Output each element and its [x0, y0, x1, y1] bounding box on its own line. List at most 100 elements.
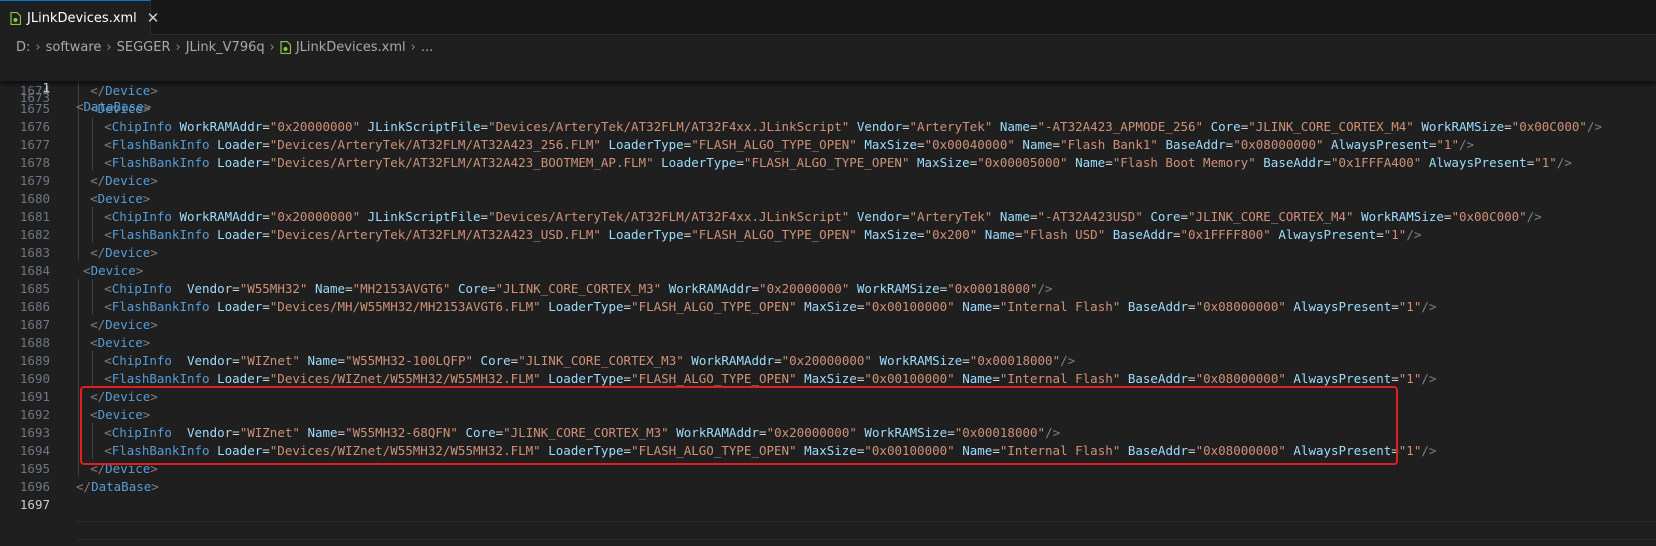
code-line[interactable]: 1687 </Device> [0, 315, 1656, 334]
breadcrumb-item[interactable]: D: [16, 40, 30, 55]
line-number: 1683 [19, 245, 50, 260]
indent-guide [78, 243, 79, 261]
code-text: </Device> [90, 461, 158, 476]
code-text: </Device> [90, 389, 158, 404]
breadcrumb-item[interactable]: software [46, 40, 102, 55]
indent-guide [92, 117, 94, 135]
line-number: 1685 [19, 281, 50, 296]
line-number: 1684 [19, 263, 50, 278]
code-line[interactable]: 1682 <FlashBankInfo Loader="Devices/Arter… [0, 225, 1656, 244]
indent-guide [92, 369, 94, 387]
breadcrumb-item[interactable]: JLink_V796q [186, 40, 265, 55]
line-number: 1694 [19, 443, 50, 458]
indent-guide [78, 279, 79, 297]
tab-bar: JLinkDevices.xml ✕ [0, 0, 1656, 35]
code-text: <FlashBankInfo Loader="Devices/MH/W55MH3… [104, 299, 1437, 314]
code-text: <Device> [90, 335, 151, 350]
code-line[interactable]: 1683 </Device> [0, 243, 1656, 262]
indent-guide [92, 207, 94, 225]
code-line[interactable]: 1678 <FlashBankInfo Loader="Devices/Arter… [0, 153, 1656, 172]
line-number: 1680 [19, 191, 50, 206]
indent-guide [78, 333, 79, 351]
code-line[interactable]: 1680 <Device> [0, 189, 1656, 208]
code-line[interactable]: 1697 [0, 495, 1656, 514]
indent-guide [78, 297, 79, 315]
indent-guide [78, 351, 79, 369]
code-text: <Device> [90, 407, 151, 422]
line-number: 1691 [19, 389, 50, 404]
chevron-right-icon: › [175, 39, 181, 55]
line-number: 1693 [19, 425, 50, 440]
chevron-right-icon: › [410, 39, 416, 55]
code-line[interactable]: 1679 </Device> [0, 171, 1656, 190]
indent-guide [78, 369, 79, 387]
code-line[interactable]: 1691 </Device> [0, 387, 1656, 406]
code-line[interactable]: 1685 <ChipInfo Vendor="W55MH32" Name="MH2… [0, 279, 1656, 298]
line-number: 1690 [19, 371, 50, 386]
code-line[interactable]: 1692 <Device> [0, 405, 1656, 424]
indent-guide [78, 441, 79, 459]
line-number: 1678 [19, 155, 50, 170]
line-number: 1692 [19, 407, 50, 422]
code-text: </DataBase> [76, 479, 159, 494]
indent-guide [92, 225, 94, 243]
indent-guide [78, 153, 79, 171]
code-text: <FlashBankInfo Loader="Devices/WIZnet/W5… [104, 371, 1437, 386]
code-line[interactable]: 1694 <FlashBankInfo Loader="Devices/WIZne… [0, 441, 1656, 460]
breadcrumb-item[interactable]: SEGGER [117, 40, 171, 55]
code-line[interactable]: 1686 <FlashBankInfo Loader="Devices/MH/W5… [0, 297, 1656, 316]
code-line[interactable]: 1684 <Device> [0, 261, 1656, 280]
line-number: 1 [42, 80, 50, 95]
code-line[interactable]: 1676 <ChipInfo WorkRAMAddr="0x20000000" J… [0, 117, 1656, 136]
indent-guide [92, 279, 94, 297]
indent-guide [78, 207, 79, 225]
line-number: 1686 [19, 299, 50, 314]
breadcrumb: D: › software › SEGGER › JLink_V796q › JLinkDevi… [0, 35, 1656, 59]
current-line-highlight [76, 521, 1656, 540]
line-number: 1687 [19, 317, 50, 332]
code-line[interactable]: 1688 <Device> [0, 333, 1656, 352]
code-text: <FlashBankInfo Loader="Devices/ArteryTek… [104, 227, 1422, 242]
code-text: <FlashBankInfo Loader="Devices/WIZnet/W5… [104, 443, 1437, 458]
chevron-right-icon: › [106, 39, 112, 55]
indent-guide [92, 423, 94, 441]
indent-guide [78, 135, 79, 153]
code-line[interactable]: 1689 <ChipInfo Vendor="WIZnet" Name="W55M… [0, 351, 1656, 370]
chevron-right-icon: › [35, 39, 41, 55]
code-line[interactable]: 1693 <ChipInfo Vendor="WIZnet" Name="W55M… [0, 423, 1656, 442]
indent-guide [78, 387, 79, 405]
sticky-scroll-header[interactable]: 1 <DataBase> [0, 59, 1656, 114]
tab-label: JLinkDevices.xml [27, 10, 137, 26]
code-text: <FlashBankInfo Loader="Devices/ArteryTek… [104, 155, 1572, 170]
indent-guide [78, 405, 79, 423]
code-text: </Device> [90, 245, 158, 260]
indent-guide [78, 459, 79, 477]
code-line[interactable]: 1677 <FlashBankInfo Loader="Devices/Arter… [0, 135, 1656, 154]
breadcrumb-item[interactable]: ... [421, 40, 433, 55]
code-text: <Device> [90, 191, 151, 206]
indent-guide [78, 225, 79, 243]
code-line[interactable]: 1681 <ChipInfo WorkRAMAddr="0x20000000" J… [0, 207, 1656, 226]
sticky-code: <DataBase> [76, 99, 152, 114]
code-line[interactable]: 1696 </DataBase> [0, 477, 1656, 496]
indent-guide [78, 171, 79, 189]
indent-guide [92, 441, 94, 459]
indent-guide [78, 117, 79, 135]
code-text: <ChipInfo WorkRAMAddr="0x20000000" JLink… [104, 119, 1602, 134]
code-editor[interactable]: 1 <DataBase> 1673 1674 </Device> 1675 <Devi… [0, 59, 1656, 546]
code-text: <ChipInfo Vendor="WIZnet" Name="W55MH32-… [104, 425, 1061, 440]
code-text: <FlashBankInfo Loader="Devices/ArteryTek… [104, 137, 1475, 152]
line-number: 1697 [19, 497, 50, 512]
tab-jlinkdevices-xml[interactable]: JLinkDevices.xml ✕ [0, 0, 159, 35]
code-text: <Device> [83, 263, 144, 278]
breadcrumb-item[interactable]: JLinkDevices.xml [296, 40, 406, 55]
line-number: 1679 [19, 173, 50, 188]
indent-guide [92, 351, 94, 369]
sticky-line[interactable]: 1 <DataBase> [0, 59, 1656, 114]
code-line[interactable]: 1690 <FlashBankInfo Loader="Devices/WIZne… [0, 369, 1656, 388]
indent-guide [78, 423, 79, 441]
code-line[interactable]: 1675 <Device> [0, 99, 1656, 118]
code-line[interactable]: 1695 </Device> [0, 459, 1656, 478]
close-icon[interactable]: ✕ [147, 10, 160, 26]
line-number: 1689 [19, 353, 50, 368]
